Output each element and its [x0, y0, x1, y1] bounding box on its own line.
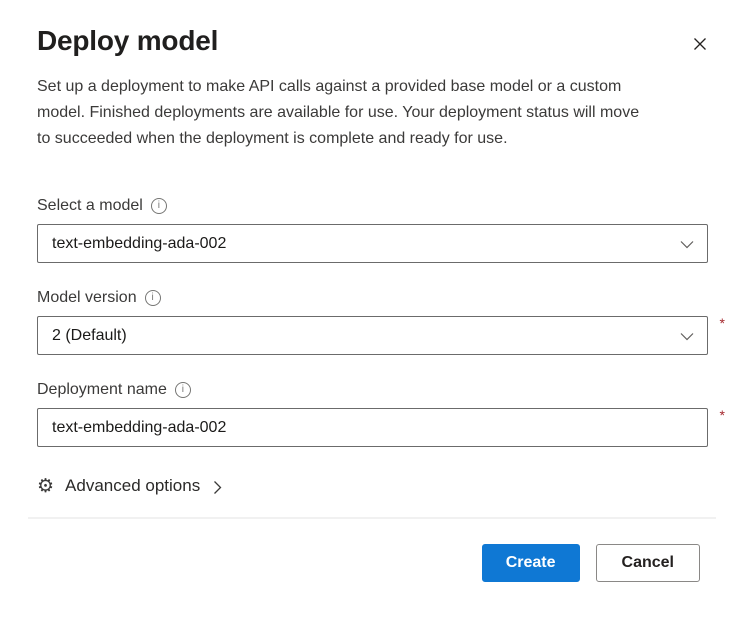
- close-icon: [692, 36, 708, 52]
- model-version-field-wrap: 2 (Default) *: [37, 316, 708, 355]
- advanced-options-label: Advanced options: [65, 476, 200, 496]
- info-icon[interactable]: i: [175, 382, 191, 398]
- close-button[interactable]: [687, 31, 713, 57]
- info-icon[interactable]: i: [151, 198, 167, 214]
- model-version-label-text: Model version: [37, 287, 137, 309]
- cancel-button[interactable]: Cancel: [596, 544, 700, 582]
- deploy-model-dialog: Deploy model Set up a deployment to make…: [0, 0, 745, 582]
- description-line: to succeeded when the deployment is comp…: [37, 126, 708, 152]
- chevron-down-icon: [680, 332, 694, 341]
- required-asterisk: *: [720, 315, 725, 331]
- select-model-value: text-embedding-ada-002: [52, 235, 226, 253]
- description-line: model. Finished deployments are availabl…: [37, 100, 708, 126]
- chevron-down-icon: [680, 240, 694, 249]
- required-asterisk: *: [720, 407, 725, 423]
- dialog-footer: Create Cancel: [37, 544, 708, 582]
- page-title: Deploy model: [37, 25, 218, 57]
- select-model-dropdown[interactable]: text-embedding-ada-002: [37, 224, 708, 263]
- gear-icon: ⚙: [37, 477, 54, 496]
- select-model-label: Select a model i: [37, 195, 708, 217]
- advanced-options-toggle[interactable]: ⚙ Advanced options: [37, 476, 222, 496]
- dialog-description: Set up a deployment to make API calls ag…: [37, 74, 708, 152]
- create-button[interactable]: Create: [482, 544, 580, 582]
- deployment-name-input[interactable]: [37, 408, 708, 447]
- info-icon[interactable]: i: [145, 290, 161, 306]
- model-version-value: 2 (Default): [52, 327, 127, 345]
- model-version-label: Model version i: [37, 287, 708, 309]
- select-model-label-text: Select a model: [37, 195, 143, 217]
- deployment-name-label: Deployment name i: [37, 379, 708, 401]
- deployment-name-field-wrap: *: [37, 408, 708, 447]
- footer-divider: [28, 517, 716, 519]
- chevron-right-icon: [213, 480, 222, 495]
- select-model-field-wrap: text-embedding-ada-002: [37, 224, 708, 263]
- dialog-header: Deploy model: [37, 0, 708, 57]
- model-version-dropdown[interactable]: 2 (Default): [37, 316, 708, 355]
- description-line: Set up a deployment to make API calls ag…: [37, 74, 708, 100]
- deployment-name-label-text: Deployment name: [37, 379, 167, 401]
